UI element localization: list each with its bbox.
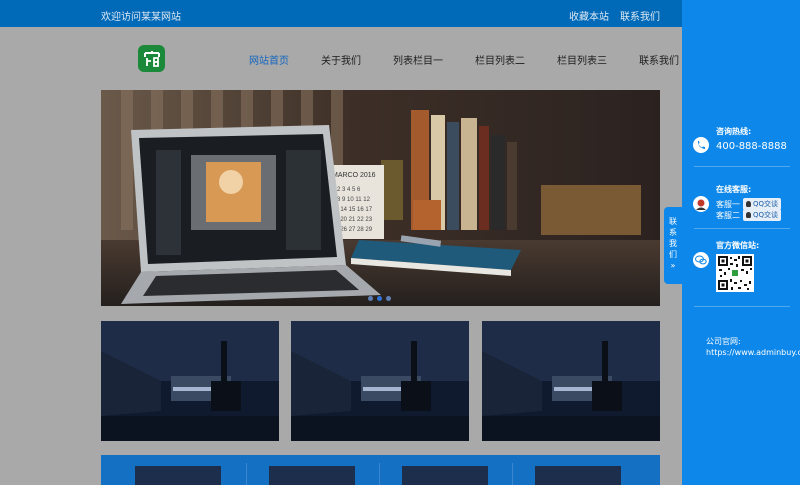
thumbnail-card[interactable] (291, 321, 469, 441)
nav-item-about[interactable]: 关于我们 (321, 52, 361, 67)
contact-us-tab[interactable]: 联 系 我 们 » (664, 207, 682, 284)
strip-thumbnail[interactable] (135, 466, 221, 485)
company-site-url[interactable]: https://www.adminbuy.cn (706, 347, 800, 358)
banner-image: MARCO 2016 1 2 3 4 5 6 7 8 9 10 11 12 13… (101, 90, 660, 306)
header: 网站首页 关于我们 列表栏目一 栏目列表二 栏目列表三 联系我们 (0, 27, 682, 89)
contact-link[interactable]: 联系我们 (620, 8, 660, 23)
panel-divider (694, 306, 790, 307)
agent-name: 客服一 (716, 199, 740, 209)
top-bar: 欢迎访问某某网站 收藏本站 联系我们 (0, 0, 682, 27)
nav-item-home[interactable]: 网站首页 (249, 52, 289, 67)
slide-dot-active[interactable] (377, 296, 382, 301)
main-nav: 网站首页 关于我们 列表栏目一 栏目列表二 栏目列表三 联系我们 (249, 52, 679, 67)
slide-dot[interactable] (386, 296, 391, 301)
thumbnail-card[interactable] (101, 321, 279, 441)
company-site-label: 公司官网: (706, 337, 741, 346)
tab-label-char: 我 (669, 239, 677, 248)
top-links: 收藏本站 联系我们 (569, 8, 660, 23)
thumbnail-image (291, 321, 469, 441)
thumbnail-card[interactable] (482, 321, 660, 441)
favorite-link[interactable]: 收藏本站 (569, 8, 609, 23)
strip-thumbnail[interactable] (535, 466, 621, 485)
hotline-number[interactable]: 400-888-8888 (716, 141, 787, 152)
qq-penguin-icon (746, 201, 751, 207)
strip-divider (379, 463, 380, 485)
thumbnail-row (101, 321, 660, 441)
calendar-text: MARCO 2016 (332, 172, 376, 179)
wechat-icon (693, 252, 709, 268)
welcome-text: 欢迎访问某某网站 (101, 12, 181, 23)
banner-slide[interactable]: MARCO 2016 1 2 3 4 5 6 7 8 9 10 11 12 13… (101, 90, 660, 306)
nav-item-list-one[interactable]: 列表栏目一 (393, 52, 443, 67)
double-chevron-icon: » (670, 261, 676, 270)
logo-icon[interactable] (138, 45, 165, 72)
thumbnail-image (101, 321, 279, 441)
qq-chat-button[interactable]: QQ交谈 (743, 209, 782, 221)
panel-divider (694, 228, 790, 229)
thumbnail-image (482, 321, 660, 441)
strip-divider (512, 463, 513, 485)
strip-thumbnail[interactable] (269, 466, 355, 485)
qq-button-label: QQ交谈 (753, 200, 779, 208)
hotline-label: 咨询热线: (716, 127, 752, 136)
slide-indicator (368, 296, 391, 301)
service-avatar-icon (693, 196, 709, 212)
nav-item-list-three[interactable]: 栏目列表三 (557, 52, 607, 67)
feature-strip (101, 455, 660, 485)
strip-divider (246, 463, 247, 485)
service-row: 客服二 QQ交谈 (716, 209, 782, 221)
panel-divider (694, 166, 790, 167)
phone-icon (693, 137, 709, 153)
tab-label-char: 系 (669, 228, 677, 237)
contact-panel: 咨询热线: 400-888-8888 在线客服: 客服一 QQ交谈 客服二 QQ… (682, 0, 800, 485)
tab-label-char: 联 (669, 217, 677, 226)
nav-item-contact[interactable]: 联系我们 (639, 52, 679, 67)
nav-item-list-two[interactable]: 栏目列表二 (475, 52, 525, 67)
qq-penguin-icon (746, 212, 751, 218)
wechat-qr-code (716, 254, 754, 292)
agent-name: 客服二 (716, 210, 740, 220)
company-site: 公司官网: https://www.adminbuy.cn (706, 336, 800, 358)
strip-thumbnail[interactable] (402, 466, 488, 485)
wechat-label: 官方微信站: (716, 241, 760, 250)
service-label: 在线客服: (716, 185, 752, 194)
qq-button-label: QQ交谈 (753, 211, 779, 219)
tab-label-char: 们 (669, 250, 677, 259)
slide-dot[interactable] (368, 296, 373, 301)
